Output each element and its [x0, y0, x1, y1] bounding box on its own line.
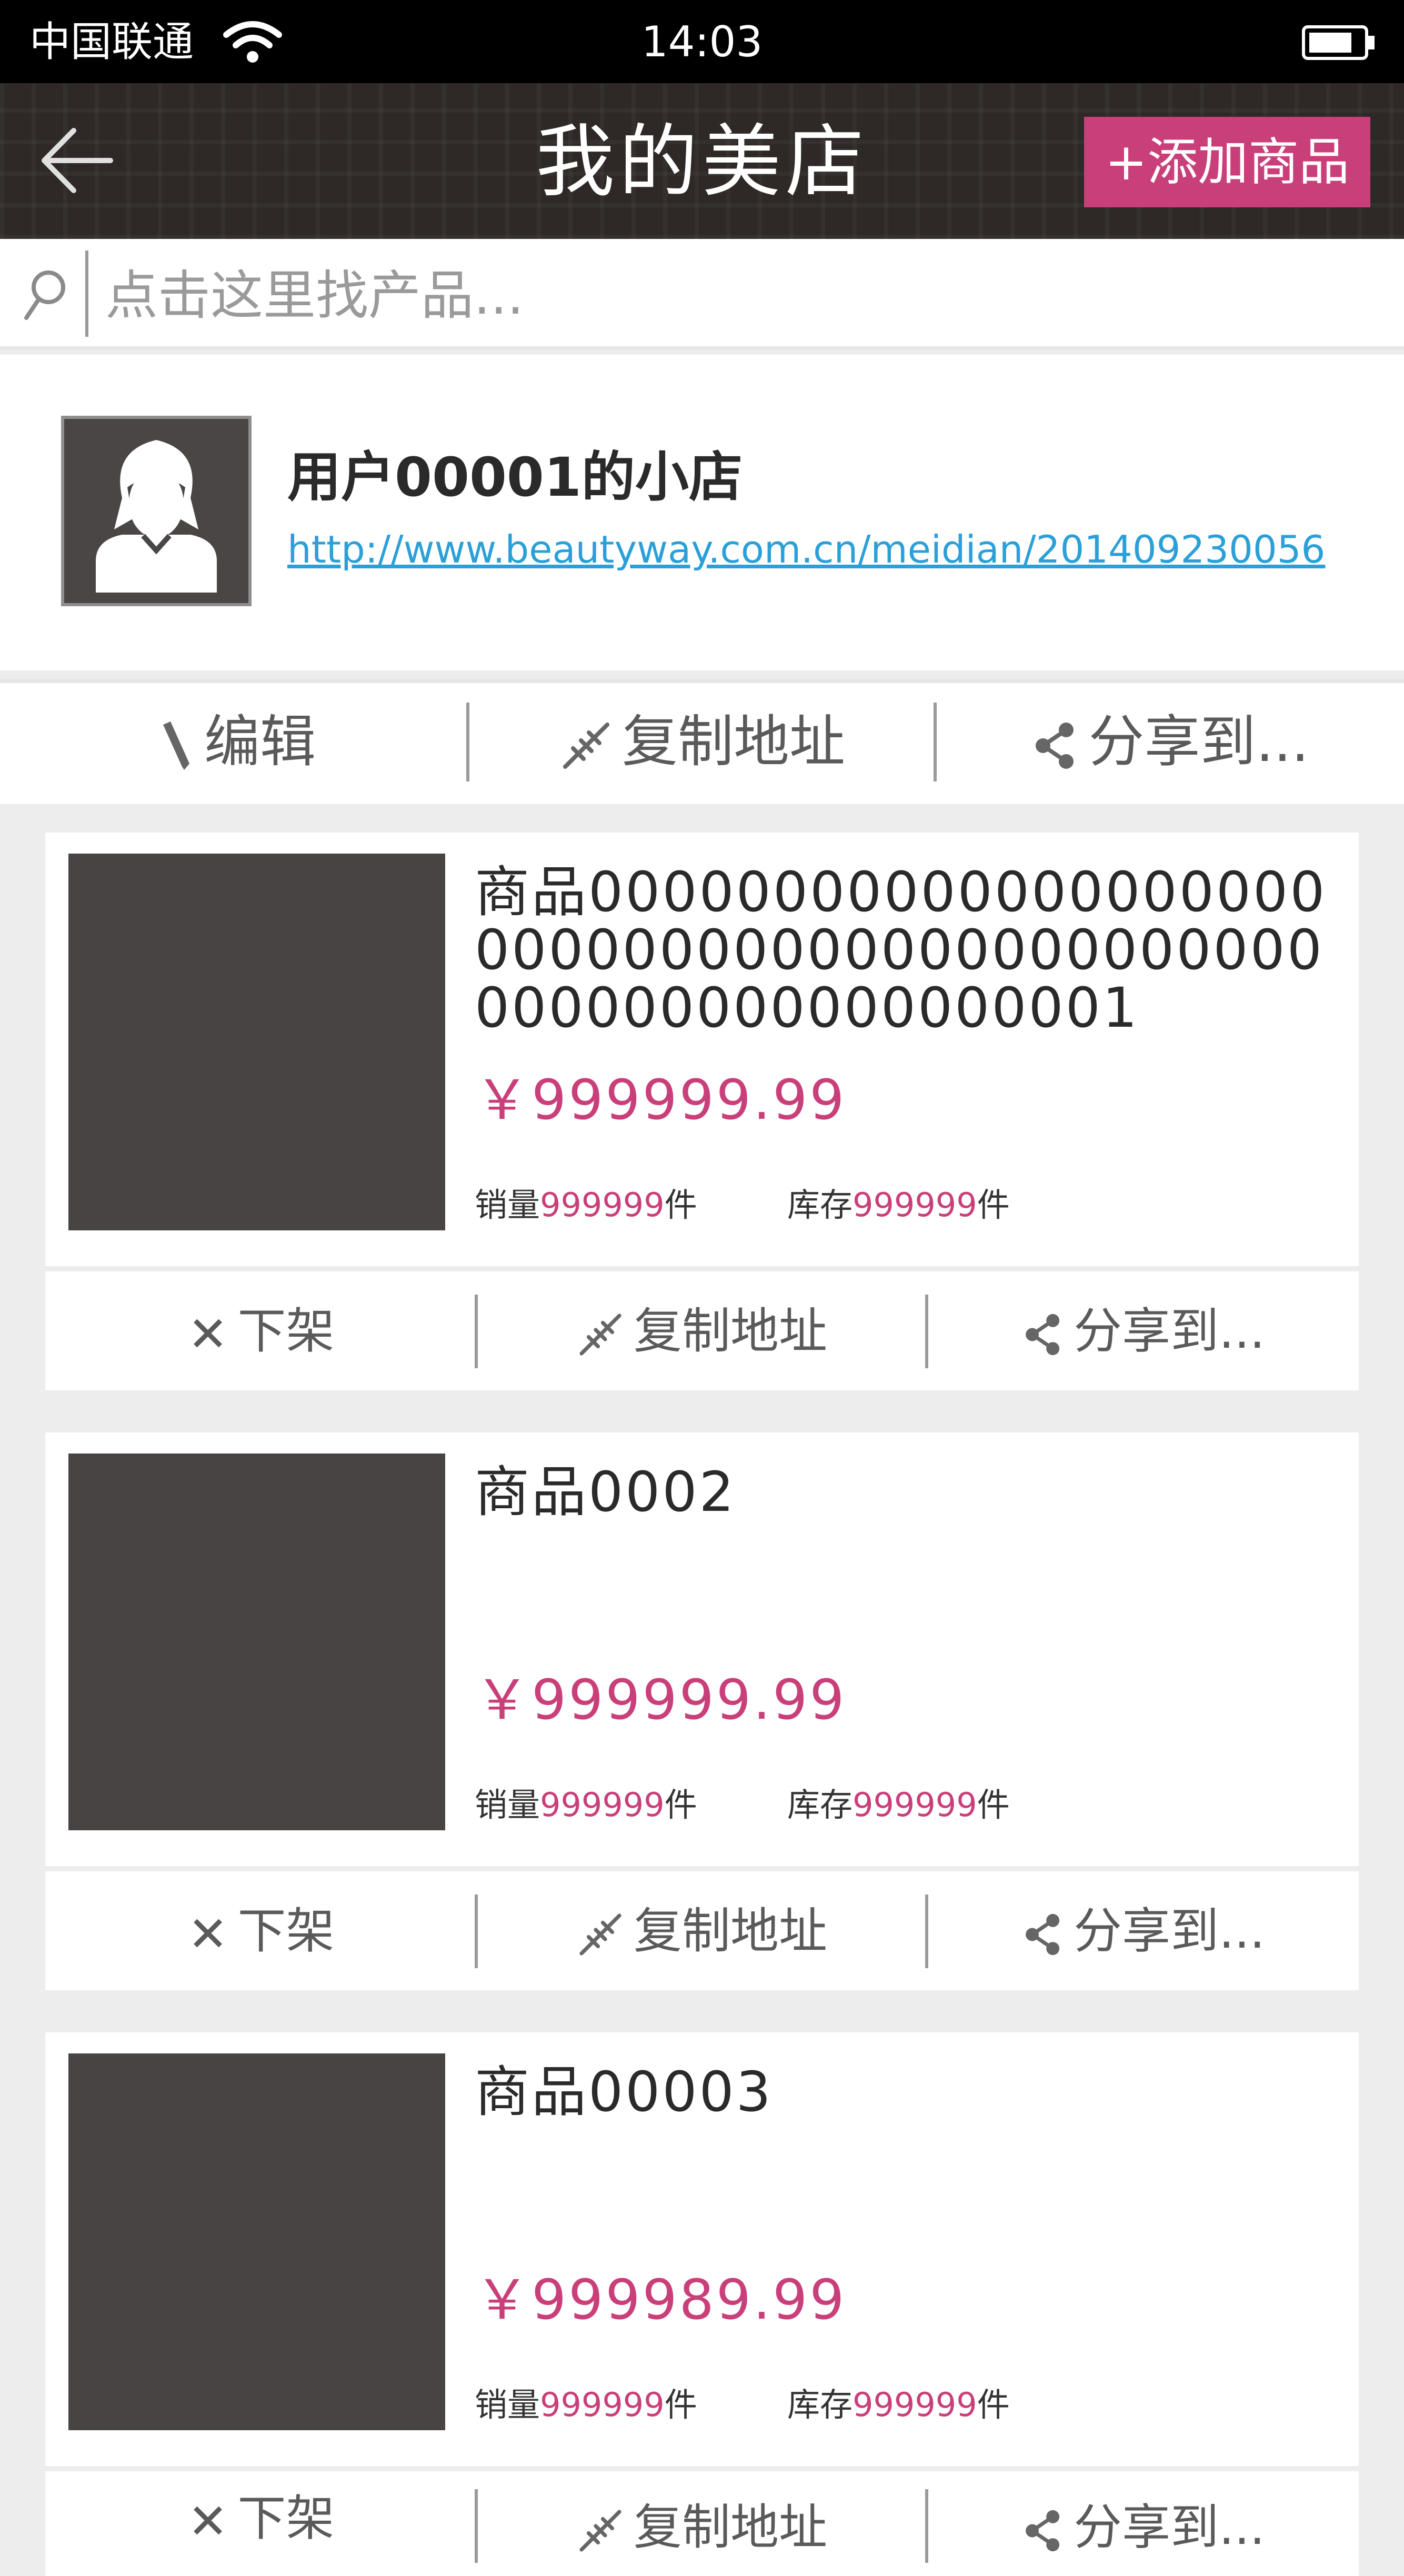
link-icon	[563, 723, 609, 769]
remove-product-button[interactable]: ✕ 下架	[45, 1274, 477, 1389]
battery-icon	[1302, 25, 1375, 60]
card-separator	[45, 1866, 1359, 1871]
user-avatar-icon	[96, 440, 217, 593]
share-product-button[interactable]: 分享到...	[928, 1274, 1359, 1389]
link-icon	[579, 1913, 621, 1956]
product-name: 商品00003	[475, 2060, 773, 2124]
copy-product-url-button[interactable]: 复制地址	[477, 2479, 927, 2576]
product-name: 商品00000000000000000000000000000000000000…	[475, 860, 1327, 1040]
link-icon	[579, 2510, 621, 2552]
share-icon	[1026, 2510, 1060, 2551]
card-separator	[45, 1266, 1359, 1271]
search-icon	[24, 270, 65, 320]
close-icon: ✕	[187, 2493, 228, 2550]
product-price: ￥999999.99	[475, 1068, 847, 1132]
avatar[interactable]	[61, 416, 252, 606]
search-input[interactable]	[104, 253, 1369, 338]
share-icon	[1036, 723, 1074, 769]
edit-shop-button[interactable]: 编辑	[0, 689, 468, 795]
sales-stat: 销量999999件	[475, 1786, 697, 1824]
copy-product-url-button[interactable]: 复制地址	[477, 1873, 927, 1989]
share-product-button[interactable]: 分享到...	[928, 2479, 1359, 2576]
copy-product-url-button[interactable]: 复制地址	[477, 1274, 927, 1389]
remove-product-button[interactable]: ✕ 下架	[45, 2466, 477, 2571]
stock-stat: 库存999999件	[787, 1786, 1010, 1824]
product-price: ￥999999.99	[475, 1668, 847, 1732]
share-label: 分享到...	[1088, 709, 1309, 774]
stock-stat: 库存999999件	[787, 2385, 1010, 2424]
product-thumbnail[interactable]	[68, 2053, 445, 2430]
search-divider	[85, 250, 88, 337]
product-price: ￥999989.99	[475, 2268, 847, 2332]
edit-label: 编辑	[204, 709, 316, 774]
link-icon	[579, 1314, 621, 1356]
share-icon	[1026, 1913, 1060, 1955]
product-thumbnail[interactable]	[68, 1454, 445, 1830]
share-icon	[1026, 1314, 1060, 1355]
product-thumbnail[interactable]	[68, 854, 445, 1230]
copy-url-label: 复制地址	[622, 709, 845, 774]
status-bar: 中国联通 14:03	[0, 0, 1404, 83]
product-name: 商品0002	[475, 1460, 736, 1524]
remove-product-button[interactable]: ✕ 下架	[45, 1873, 477, 1989]
sales-stat: 销量999999件	[475, 2385, 697, 2424]
share-shop-button[interactable]: 分享到...	[937, 689, 1404, 795]
shop-url-link[interactable]: http://www.beautyway.com.cn/meidian/2014…	[287, 523, 1325, 576]
close-icon: ✕	[187, 1906, 228, 1962]
sales-stat: 销量999999件	[475, 1186, 697, 1224]
shop-name: 用户00001的小店	[287, 446, 743, 509]
copy-shop-url-button[interactable]: 复制地址	[468, 689, 937, 795]
share-product-button[interactable]: 分享到...	[928, 1873, 1359, 1989]
stock-stat: 库存999999件	[787, 1186, 1010, 1224]
add-product-button[interactable]: +添加商品	[1084, 117, 1370, 207]
status-time: 14:03	[641, 17, 763, 66]
close-icon: ✕	[187, 1306, 228, 1362]
pencil-icon	[163, 721, 189, 770]
